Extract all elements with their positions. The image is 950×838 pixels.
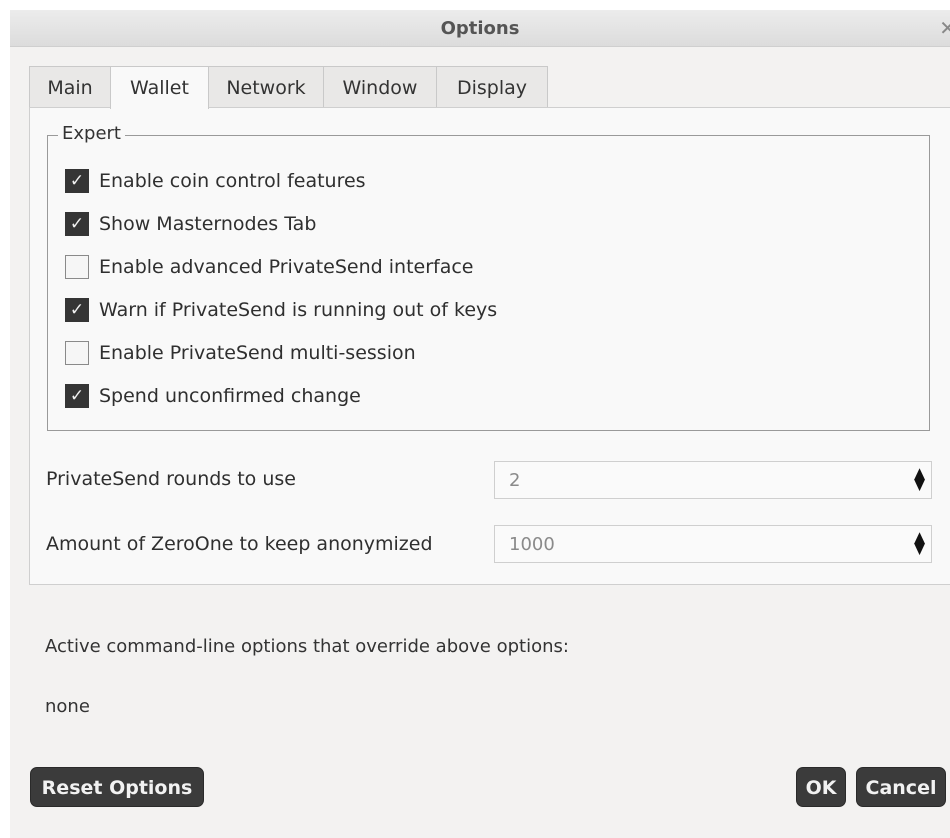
- multisession-label: Enable PrivateSend multi-session: [99, 342, 416, 364]
- masternodes-tab-option[interactable]: ✓ Show Masternodes Tab: [65, 210, 316, 238]
- check-icon: ✓: [69, 300, 85, 320]
- advanced-privatesend-checkbox[interactable]: [65, 255, 89, 279]
- anonymize-amount-spinbox[interactable]: 1000 ⧫: [494, 525, 932, 563]
- spin-arrows-icon[interactable]: ⧫: [914, 531, 925, 556]
- tab-main[interactable]: Main: [29, 66, 111, 108]
- privatesend-rounds-value: 2: [509, 470, 521, 491]
- override-options-label: Active command-line options that overrid…: [45, 636, 569, 657]
- advanced-privatesend-label: Enable advanced PrivateSend interface: [99, 256, 474, 278]
- cancel-button[interactable]: Cancel: [856, 767, 946, 807]
- check-icon: ✓: [69, 386, 85, 406]
- expert-groupbox: Expert ✓ Enable coin control features ✓ …: [47, 123, 930, 431]
- tab-window[interactable]: Window: [323, 66, 437, 108]
- tab-display[interactable]: Display: [436, 66, 548, 108]
- expert-group-title: Expert: [58, 123, 125, 144]
- options-dialog: Options ✕ Main Wallet Network Window Dis…: [10, 10, 950, 838]
- wallet-panel: Expert ✓ Enable coin control features ✓ …: [29, 107, 950, 585]
- check-icon: ✓: [69, 214, 85, 234]
- masternodes-tab-label: Show Masternodes Tab: [99, 213, 317, 235]
- window-title: Options: [440, 18, 520, 39]
- check-icon: ✓: [69, 171, 85, 191]
- coin-control-label: Enable coin control features: [99, 170, 366, 192]
- spend-unconfirmed-label: Spend unconfirmed change: [99, 385, 361, 407]
- warn-keys-label: Warn if PrivateSend is running out of ke…: [99, 299, 498, 321]
- warn-keys-checkbox[interactable]: ✓: [65, 298, 89, 322]
- warn-keys-option[interactable]: ✓ Warn if PrivateSend is running out of …: [65, 296, 497, 324]
- reset-options-button[interactable]: Reset Options: [30, 767, 204, 807]
- privatesend-rounds-label: PrivateSend rounds to use: [46, 468, 296, 490]
- anonymize-amount-value: 1000: [509, 534, 555, 555]
- advanced-privatesend-option[interactable]: Enable advanced PrivateSend interface: [65, 253, 474, 281]
- override-options-value: none: [45, 696, 90, 717]
- spend-unconfirmed-option[interactable]: ✓ Spend unconfirmed change: [65, 382, 361, 410]
- multisession-checkbox[interactable]: [65, 341, 89, 365]
- privatesend-rounds-spinbox[interactable]: 2 ⧫: [494, 461, 932, 499]
- tab-network[interactable]: Network: [208, 66, 324, 108]
- coin-control-checkbox[interactable]: ✓: [65, 169, 89, 193]
- multisession-option[interactable]: Enable PrivateSend multi-session: [65, 339, 416, 367]
- anonymize-amount-label: Amount of ZeroOne to keep anonymized: [46, 533, 433, 555]
- spin-arrows-icon[interactable]: ⧫: [914, 467, 925, 492]
- title-bar: Options ✕: [10, 10, 950, 47]
- close-icon[interactable]: ✕: [939, 16, 950, 40]
- tab-wallet[interactable]: Wallet: [110, 66, 209, 109]
- ok-button[interactable]: OK: [796, 767, 846, 807]
- spend-unconfirmed-checkbox[interactable]: ✓: [65, 384, 89, 408]
- masternodes-tab-checkbox[interactable]: ✓: [65, 212, 89, 236]
- coin-control-option[interactable]: ✓ Enable coin control features: [65, 167, 366, 195]
